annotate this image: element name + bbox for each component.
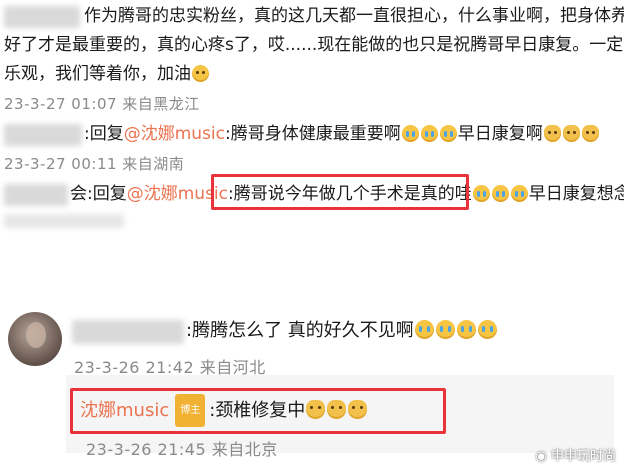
pray-emoji-icon — [581, 125, 599, 142]
cry-emoji-icon — [477, 320, 497, 339]
comment-3-text2: 早日康复想念 — [528, 184, 624, 204]
blurred-username — [72, 320, 184, 344]
highlight-box — [211, 174, 469, 210]
cry-emoji-icon — [435, 320, 455, 339]
watermark: ◉ 申申玩时尚 — [536, 445, 617, 464]
cry-emoji-icon — [510, 185, 528, 202]
comment-1-line2: 好了才是最重要的，真的心疼s了，哎......现在能做的也只是祝腾哥早日康复。一… — [4, 35, 624, 55]
blurred-meta — [4, 214, 124, 228]
reply-meta: 23-3-26 21:45 来自北京 — [86, 440, 278, 459]
pray-emoji-icon — [562, 125, 580, 142]
pray-emoji-icon — [543, 125, 561, 142]
comment-2-meta: 23-3-27 00:11 来自湖南 — [4, 155, 185, 173]
highlight-box — [70, 388, 446, 434]
cry-emoji-icon — [420, 125, 438, 142]
cry-emoji-icon — [439, 125, 457, 142]
weibo-icon: ◉ — [535, 449, 551, 464]
watermark-text: 申申玩时尚 — [550, 449, 616, 464]
reply-prefix: 会:回复 — [70, 184, 127, 204]
comment-2-text: :腾哥身体健康最重要啊 — [225, 124, 401, 144]
cry-emoji-icon — [401, 125, 419, 142]
cry-emoji-icon — [414, 320, 434, 339]
blurred-username — [4, 6, 80, 28]
comment-1-line1: 作为腾哥的忠实粉丝，真的这几天都一直很担心，什么事业啊，把身体养 — [84, 6, 624, 26]
mention-link[interactable]: @沈娜music — [124, 124, 225, 144]
blurred-username — [4, 124, 82, 146]
cry-emoji-icon — [491, 185, 509, 202]
blurred-username — [4, 184, 68, 206]
cry-emoji-icon — [472, 185, 490, 202]
comment-2-text2: 早日康复啊 — [457, 124, 543, 144]
reply-prefix: :回复 — [84, 124, 124, 144]
comment-1-meta: 23-3-27 01:07 来自黑龙江 — [4, 95, 200, 113]
cry-emoji-icon — [456, 320, 476, 339]
avatar[interactable] — [8, 312, 62, 366]
comment-1-line3: 乐观，我们等着你，加油 — [4, 64, 191, 84]
kiss-emoji-icon — [192, 65, 209, 82]
thread-comment-text: :腾腾怎么了 真的好久不见啊 — [186, 320, 414, 341]
